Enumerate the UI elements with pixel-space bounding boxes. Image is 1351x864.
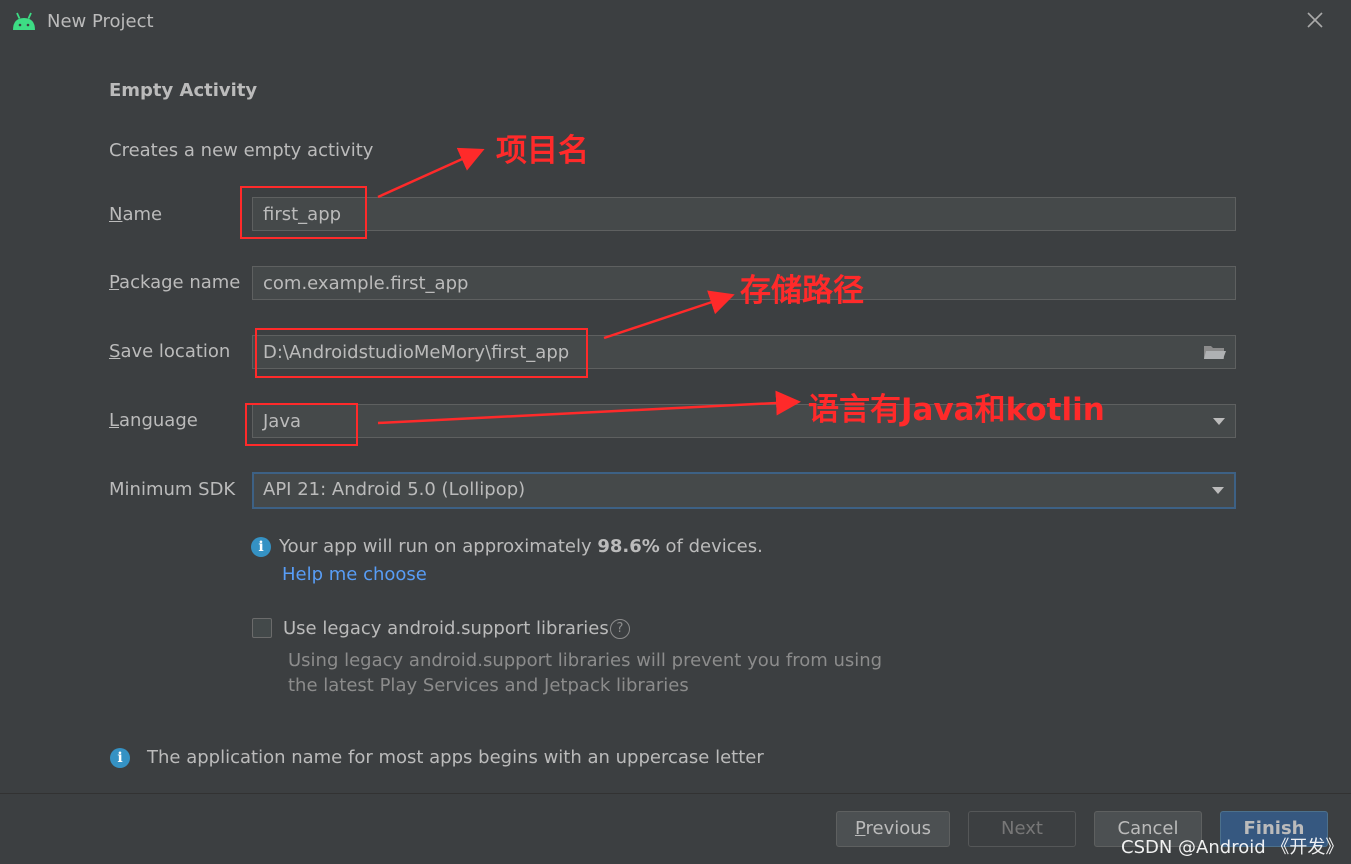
legacy-hint-line-1: Using legacy android.support libraries w… [288, 650, 883, 671]
chevron-down-icon [1213, 418, 1225, 425]
footer-divider [0, 793, 1351, 794]
legacy-support-checkbox[interactable] [252, 618, 272, 638]
sdk-coverage-text: Your app will run on approximately 98.6%… [279, 536, 763, 557]
annotation-box-name [240, 186, 367, 239]
package-name-value: com.example.first_app [263, 273, 469, 294]
legacy-hint-line-2: the latest Play Services and Jetpack lib… [288, 675, 689, 696]
language-label: Language [109, 410, 198, 431]
annotation-box-location [255, 328, 588, 378]
help-me-choose-link[interactable]: Help me choose [282, 564, 427, 585]
close-icon[interactable] [1304, 9, 1326, 31]
android-icon [13, 12, 35, 30]
minimum-sdk-value: API 21: Android 5.0 (Lollipop) [263, 479, 526, 500]
minimum-sdk-label: Minimum SDK [109, 479, 236, 500]
template-heading: Empty Activity [109, 80, 258, 101]
annotation-name-note: 项目名 [496, 133, 589, 169]
annotation-location-note: 存储路径 [740, 273, 864, 309]
template-description: Creates a new empty activity [109, 140, 374, 161]
previous-button[interactable]: Previous [836, 811, 950, 847]
title-bar: New Project [0, 0, 1351, 44]
annotation-box-language [245, 403, 358, 446]
watermark: CSDN @Android 《开发》 [1121, 837, 1344, 858]
annotation-language-note: 语言有Java和kotlin [808, 392, 1105, 428]
chevron-down-icon [1212, 487, 1224, 494]
app-name-hint: The application name for most apps begin… [147, 747, 764, 768]
next-button[interactable]: Next [968, 811, 1076, 847]
info-icon: i [110, 748, 130, 768]
name-label: Name [109, 204, 163, 225]
info-icon: i [251, 537, 271, 557]
minimum-sdk-dropdown[interactable]: API 21: Android 5.0 (Lollipop) [252, 472, 1236, 509]
help-icon[interactable]: ? [610, 619, 630, 639]
save-location-label: Save location [109, 341, 231, 362]
window-title: New Project [47, 11, 154, 32]
name-field[interactable]: first_app [252, 197, 1236, 231]
package-name-label: Package name [109, 272, 241, 293]
legacy-support-label[interactable]: Use legacy android.support libraries [283, 618, 609, 639]
folder-icon[interactable] [1203, 343, 1227, 361]
